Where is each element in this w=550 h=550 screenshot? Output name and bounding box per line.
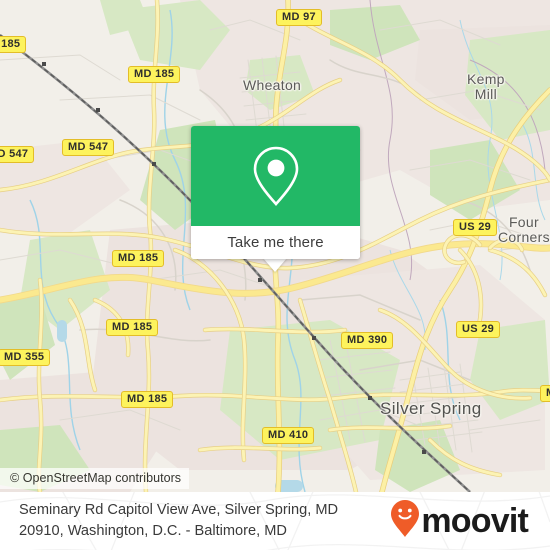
- popup-callout-tail: [263, 258, 287, 272]
- address-line-2: 20910, Washington, D.C. - Baltimore, MD: [19, 523, 287, 539]
- address-line-1: Seminary Rd Capitol View Ave, Silver Spr…: [19, 502, 339, 518]
- moovit-smiley-pin-icon: [390, 499, 420, 544]
- map-screenshot: .land { fill:#f2efe9; } .urban { fill:#e…: [0, 0, 550, 550]
- moovit-wordmark: moovit: [421, 502, 528, 540]
- location-pin-icon: [250, 144, 302, 208]
- moovit-logo[interactable]: moovit: [390, 499, 529, 544]
- location-address: Seminary Rd Capitol View Ave, Silver Spr…: [19, 500, 338, 542]
- popup-marker-area: [191, 126, 360, 226]
- osm-attribution[interactable]: © OpenStreetMap contributors: [0, 468, 190, 489]
- popup-action-bar[interactable]: Take me there: [191, 226, 360, 259]
- take-me-there-button[interactable]: Take me there: [227, 234, 323, 251]
- map-viewport[interactable]: .land { fill:#f2efe9; } .urban { fill:#e…: [0, 0, 550, 492]
- footer-bar: Seminary Rd Capitol View Ave, Silver Spr…: [0, 492, 550, 550]
- location-popup-card[interactable]: Take me there: [191, 126, 360, 259]
